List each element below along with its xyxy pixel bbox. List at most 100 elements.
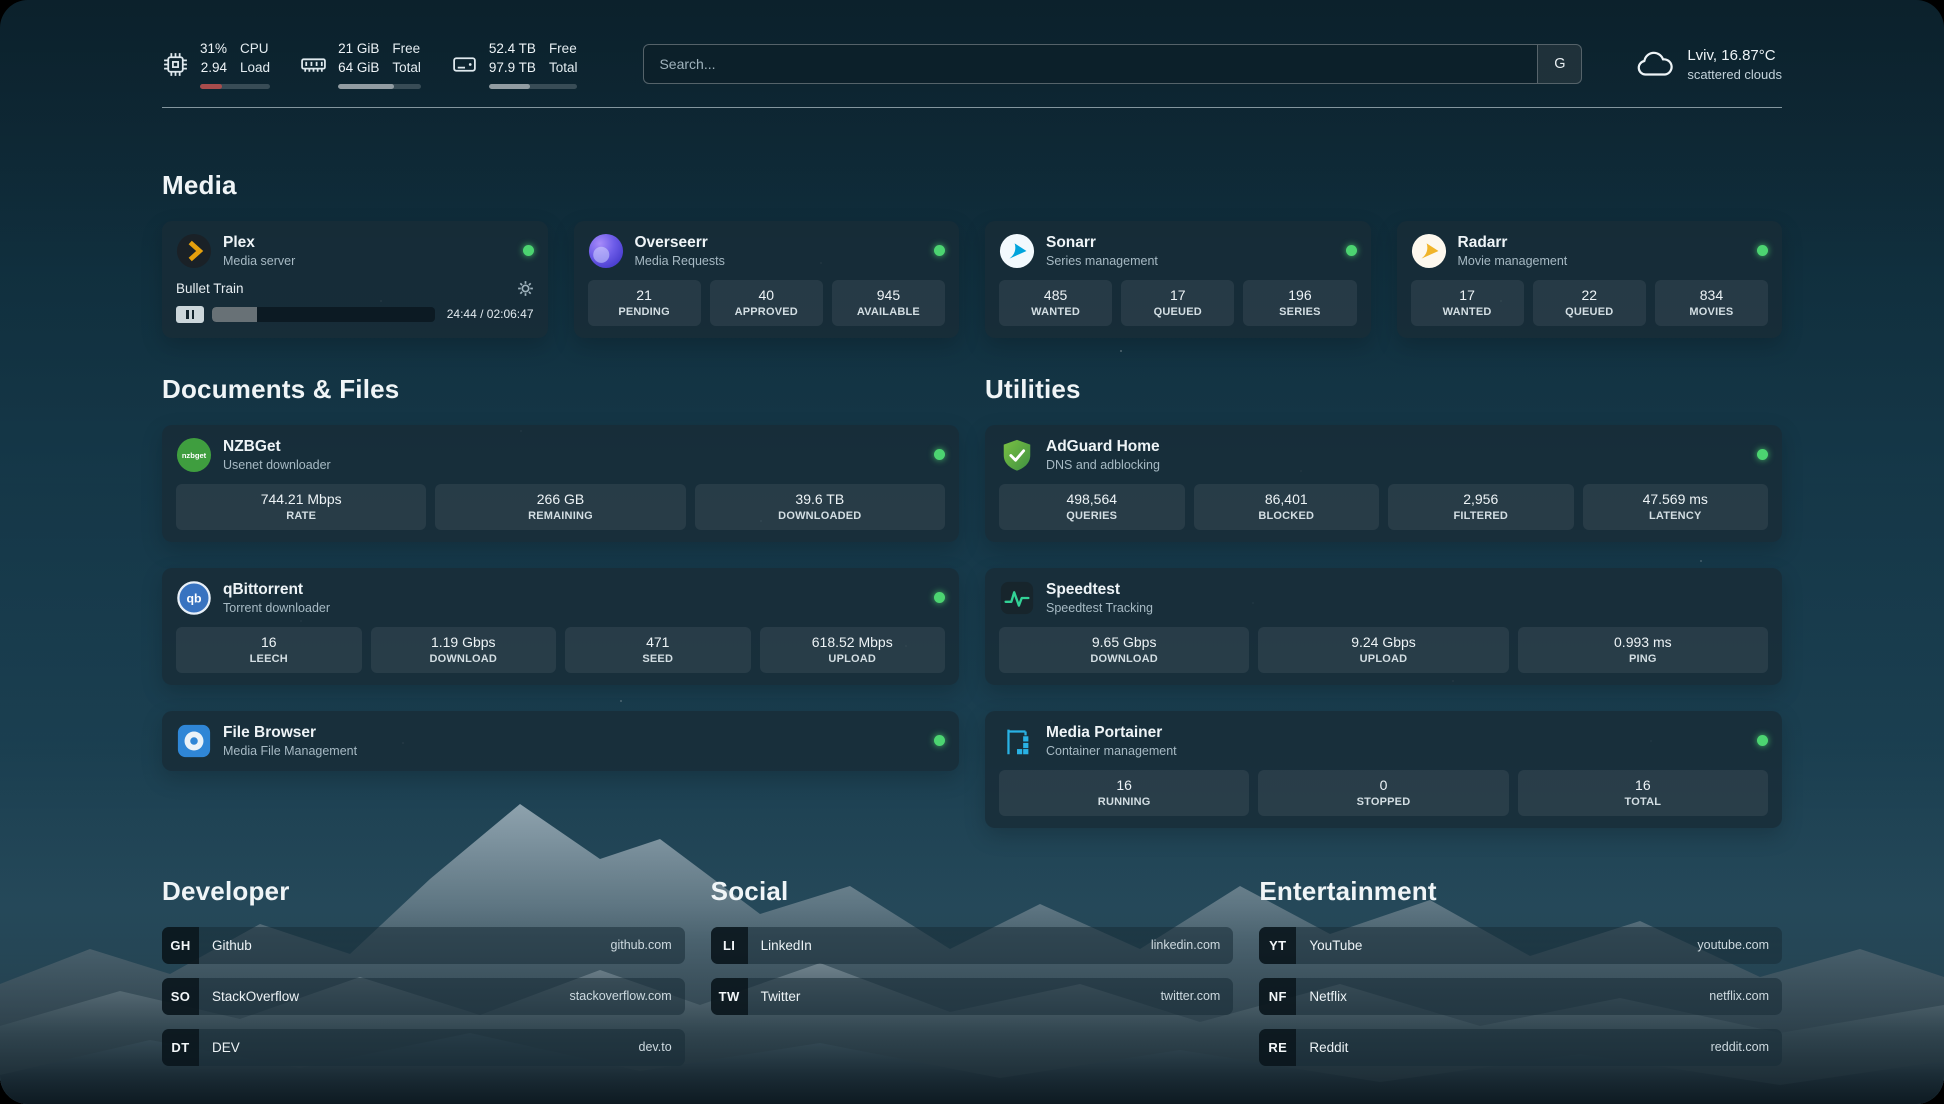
topbar: 31% 2.94 CPU Load [162, 40, 1782, 89]
bookmark-abbr: RE [1259, 1029, 1296, 1066]
stat-value: 471 [569, 634, 747, 651]
status-dot [523, 245, 534, 256]
stat-latency: 47.569 ms LATENCY [1583, 484, 1769, 530]
qbittorrent-icon: qb [176, 580, 212, 616]
status-dot [934, 735, 945, 746]
stat-value: 16 [180, 634, 358, 651]
stat-value: 498,564 [1003, 491, 1181, 508]
status-dot [1757, 449, 1768, 460]
status-dot [934, 449, 945, 460]
stat-label: DOWNLOAD [375, 653, 553, 666]
stat-label: SERIES [1247, 306, 1352, 319]
stat-stopped: 0 STOPPED [1258, 770, 1508, 816]
bookmark-reddit[interactable]: RE Reddit reddit.com [1259, 1029, 1782, 1066]
hard-drive-icon [451, 51, 478, 78]
stat-label: SEED [569, 653, 747, 666]
radarr-icon [1411, 233, 1447, 269]
playback-time: 24:44 / 02:06:47 [447, 307, 534, 321]
service-card-radarr[interactable]: Radarr Movie management 17 WANTED 22 QUE… [1397, 221, 1783, 338]
system-widget-ram: 21 GiB 64 GiB Free Total [300, 40, 421, 89]
speedtest-icon [999, 580, 1035, 616]
stat-upload: 9.24 Gbps UPLOAD [1258, 627, 1508, 673]
pause-icon [186, 310, 189, 319]
bookmark-linkedin[interactable]: LI LinkedIn linkedin.com [711, 927, 1234, 964]
weather-widget: Lviv, 16.87°C scattered clouds [1634, 47, 1782, 82]
stat-label: WANTED [1415, 306, 1520, 319]
stat-queries: 498,564 QUERIES [999, 484, 1185, 530]
service-card-adguard[interactable]: AdGuard Home DNS and adblocking 498,564 … [985, 425, 1782, 542]
stat-label: STOPPED [1262, 796, 1504, 809]
stat-download: 1.19 Gbps DOWNLOAD [371, 627, 557, 673]
stat-blocked: 86,401 BLOCKED [1194, 484, 1380, 530]
stat-label: PENDING [592, 306, 697, 319]
stat-label: WANTED [1003, 306, 1108, 319]
stat-label: RATE [180, 510, 422, 523]
stat-value: 618.52 Mbps [764, 634, 942, 651]
service-subtitle: Container management [1046, 744, 1177, 758]
service-name: Overseerr [635, 234, 725, 252]
disk-free-value: 52.4 TB [489, 40, 536, 59]
stat-ping: 0.993 ms PING [1518, 627, 1768, 673]
disk-usage-bar [489, 84, 578, 89]
stat-value: 21 [592, 287, 697, 304]
stat-value: 40 [714, 287, 819, 304]
service-card-nzbget[interactable]: nzbget NZBGet Usenet downloader 74 [162, 425, 959, 542]
cpu-label: CPU [240, 40, 270, 59]
bookmark-name: Netflix [1309, 989, 1347, 1004]
disk-free-label: Free [549, 40, 578, 59]
topbar-divider [162, 107, 1782, 108]
bookmark-abbr: NF [1259, 978, 1296, 1015]
stat-remaining: 266 GB REMAINING [435, 484, 685, 530]
bookmark-youtube[interactable]: YT YouTube youtube.com [1259, 927, 1782, 964]
bookmark-github[interactable]: GH Github github.com [162, 927, 685, 964]
weather-condition: scattered clouds [1687, 67, 1782, 82]
service-card-sonarr[interactable]: Sonarr Series management 485 WANTED 17 Q… [985, 221, 1371, 338]
playback-progress[interactable] [212, 307, 435, 322]
section-title-entertainment: Entertainment [1259, 876, 1782, 907]
service-card-qbittorrent[interactable]: qb qBittorrent Torrent downloader [162, 568, 959, 685]
stat-value: 834 [1659, 287, 1764, 304]
bookmark-netflix[interactable]: NF Netflix netflix.com [1259, 978, 1782, 1015]
stat-label: DOWNLOAD [1003, 653, 1245, 666]
service-card-overseerr[interactable]: Overseerr Media Requests 21 PENDING 40 A… [574, 221, 960, 338]
stat-wanted: 17 WANTED [1411, 280, 1524, 326]
stat-upload: 618.52 Mbps UPLOAD [760, 627, 946, 673]
search-engine-button[interactable]: G [1537, 45, 1581, 83]
cpu-load-label: Load [240, 59, 270, 78]
bookmark-url: linkedin.com [1151, 938, 1220, 952]
stat-series: 196 SERIES [1243, 280, 1356, 326]
search-input[interactable] [644, 45, 1537, 83]
stat-label: UPLOAD [764, 653, 942, 666]
stat-value: 22 [1537, 287, 1642, 304]
stat-value: 9.65 Gbps [1003, 634, 1245, 651]
bookmark-twitter[interactable]: TW Twitter twitter.com [711, 978, 1234, 1015]
stat-queued: 17 QUEUED [1121, 280, 1234, 326]
service-name: Plex [223, 234, 295, 252]
bookmark-abbr: TW [711, 978, 748, 1015]
stat-queued: 22 QUEUED [1533, 280, 1646, 326]
settings-gear-icon[interactable] [517, 280, 534, 297]
section-title-documents: Documents & Files [162, 374, 959, 405]
cpu-percent-value: 31% [200, 40, 227, 59]
service-card-filebrowser[interactable]: File Browser Media File Management [162, 711, 959, 771]
sonarr-icon [999, 233, 1035, 269]
bookmark-stackoverflow[interactable]: SO StackOverflow stackoverflow.com [162, 978, 685, 1015]
stat-value: 39.6 TB [699, 491, 941, 508]
playback-progress-fill [212, 307, 257, 322]
bookmark-dev[interactable]: DT DEV dev.to [162, 1029, 685, 1066]
stat-leech: 16 LEECH [176, 627, 362, 673]
nzbget-icon: nzbget [176, 437, 212, 473]
stat-value: 266 GB [439, 491, 681, 508]
cpu-usage-bar [200, 84, 270, 89]
stat-label: FILTERED [1392, 510, 1570, 523]
service-card-speedtest[interactable]: Speedtest Speedtest Tracking 9.65 Gbps D… [985, 568, 1782, 685]
service-name: Sonarr [1046, 234, 1158, 252]
bookmark-url: youtube.com [1697, 938, 1769, 952]
service-subtitle: DNS and adblocking [1046, 458, 1160, 472]
service-subtitle: Media Requests [635, 254, 725, 268]
pause-button[interactable] [176, 306, 204, 323]
service-card-portainer[interactable]: Media Portainer Container management 16 … [985, 711, 1782, 828]
stat-rate: 744.21 Mbps RATE [176, 484, 426, 530]
service-card-plex[interactable]: Plex Media server Bullet Train [162, 221, 548, 338]
stat-seed: 471 SEED [565, 627, 751, 673]
